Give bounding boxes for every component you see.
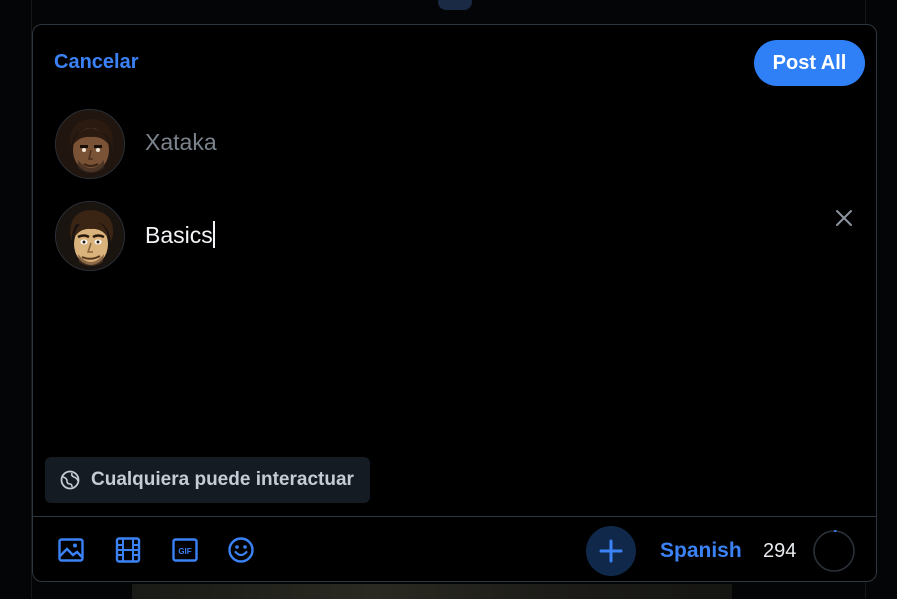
interaction-settings-button[interactable]: Cualquiera puede interactuar	[45, 457, 370, 503]
interaction-settings-label: Cualquiera puede interactuar	[91, 469, 354, 490]
avatar	[55, 201, 125, 271]
image-icon[interactable]	[57, 536, 85, 564]
post-text-input[interactable]: Xataka	[145, 129, 217, 156]
cancel-button[interactable]: Cancelar	[54, 51, 139, 74]
svg-text:GIF: GIF	[178, 547, 191, 556]
plus-icon	[599, 539, 623, 563]
video-icon[interactable]	[114, 536, 142, 564]
text-caret	[212, 221, 215, 248]
thread-post-1: Xataka	[55, 109, 855, 181]
post-all-button[interactable]: Post All	[754, 40, 865, 86]
emoji-icon[interactable]	[227, 536, 255, 564]
globe-icon	[60, 470, 80, 490]
background-image-preview	[132, 584, 732, 599]
add-post-button[interactable]	[586, 526, 636, 576]
avatar	[55, 109, 125, 179]
background-icon	[438, 0, 472, 10]
gif-icon[interactable]: GIF	[171, 536, 199, 564]
post-text-value: Basics	[145, 222, 213, 248]
toolbar-divider	[33, 516, 876, 517]
post-text-input[interactable]: Basics	[145, 221, 215, 249]
character-progress-ring	[813, 530, 855, 572]
language-selector[interactable]: Spanish	[660, 539, 742, 563]
character-count: 294	[763, 540, 797, 562]
thread-post-2: Basics	[55, 201, 855, 273]
post-composer-dialog: Cancelar Post All Xataka Basics Cualquie…	[32, 24, 877, 582]
remove-post-icon[interactable]	[833, 207, 855, 229]
